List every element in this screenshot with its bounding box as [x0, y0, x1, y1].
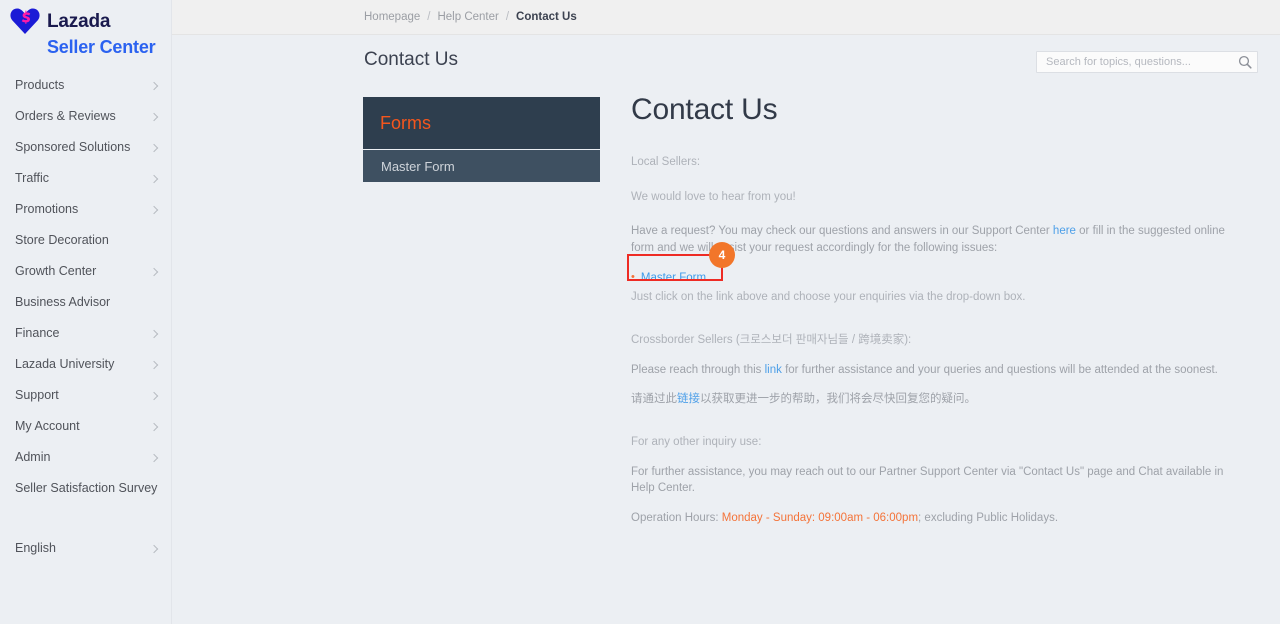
sidebar-item-label: Seller Satisfaction Survey	[15, 481, 158, 496]
sidebar-item-label: Orders & Reviews	[15, 109, 116, 124]
breadcrumb-item-help-center[interactable]: Help Center	[437, 11, 498, 23]
crossborder-cn-suffix: 以获取更进一步的帮助，我们将会尽快回复您的疑问。	[700, 393, 976, 406]
operation-hours-suffix: ; excluding Public Holidays.	[918, 512, 1059, 525]
chevron-right-icon	[151, 361, 159, 369]
sidebar-item-label: Support	[15, 388, 59, 403]
search-box[interactable]	[1036, 51, 1258, 73]
sidebar-item-label: Products	[15, 78, 65, 93]
sidebar-item-seller-satisfaction-survey[interactable]: Seller Satisfaction Survey	[0, 473, 172, 504]
sidebar-item-label: My Account	[15, 419, 80, 434]
forms-panel-item-master-form[interactable]: Master Form	[363, 150, 600, 182]
chevron-right-icon	[151, 175, 159, 183]
brand-logo[interactable]: Lazada Seller Center	[10, 8, 170, 58]
sidebar-item-products[interactable]: Products	[0, 70, 172, 101]
chevron-right-icon	[151, 82, 159, 90]
sidebar-item-label: English	[15, 541, 56, 556]
sidebar-item-label: Promotions	[15, 202, 79, 217]
search-input[interactable]	[1044, 52, 1229, 72]
chevron-right-icon	[151, 330, 159, 338]
sidebar-item-finance[interactable]: Finance	[0, 318, 172, 349]
search-icon[interactable]	[1238, 55, 1252, 69]
crossborder-cn-prefix: 请通过此	[631, 393, 677, 406]
top-bar	[172, 0, 1280, 35]
forms-panel-item-label: Master Form	[381, 158, 455, 174]
sidebar-item-promotions[interactable]: Promotions	[0, 194, 172, 225]
sidebar-item-label: Store Decoration	[15, 233, 109, 248]
sidebar-item-admin[interactable]: Admin	[0, 442, 172, 473]
chevron-right-icon	[151, 113, 159, 121]
operation-hours-value: Monday - Sunday: 09:00am - 06:00pm	[721, 512, 919, 525]
breadcrumb: Homepage / Help Center / Contact Us	[364, 11, 577, 23]
operation-hours-paragraph: Operation Hours: Monday - Sunday: 09:00a…	[631, 510, 1246, 527]
crossborder-link[interactable]: link	[765, 364, 782, 376]
sidebar-item-label: Sponsored Solutions	[15, 140, 131, 155]
brand-subtitle: Seller Center	[47, 37, 156, 57]
sidebar-item-language[interactable]: English	[0, 533, 172, 564]
chevron-right-icon	[151, 423, 159, 431]
forms-panel-heading: Forms	[380, 113, 431, 133]
sidebar-item-lazada-university[interactable]: Lazada University	[0, 349, 172, 380]
breadcrumb-item-contact-us: Contact Us	[516, 11, 577, 23]
other-inquiry-label: For any other inquiry use:	[631, 436, 762, 449]
left-sidebar: Lazada Seller Center Products Orders & Re…	[0, 0, 172, 624]
sidebar-item-business-advisor[interactable]: Business Advisor	[0, 287, 172, 318]
breadcrumb-item-homepage[interactable]: Homepage	[364, 11, 420, 23]
operation-hours-label: Operation Hours:	[631, 512, 722, 525]
brand-row: Lazada	[10, 8, 170, 34]
sidebar-item-support[interactable]: Support	[0, 380, 172, 411]
forms-panel: Forms Master Form	[363, 97, 600, 182]
sidebar-item-label: Admin	[15, 450, 51, 465]
crossborder-en-paragraph: Please reach through this link for furth…	[631, 362, 1246, 379]
chevron-right-icon	[151, 144, 159, 152]
bullet-dot-icon: •	[631, 270, 635, 283]
sidebar-item-sponsored-solutions[interactable]: Sponsored Solutions	[0, 132, 172, 163]
master-form-bullet: • Master Form	[631, 270, 1246, 287]
article: Contact Us Local Sellers: We would love …	[631, 92, 1246, 527]
crossborder-en-suffix: for further assistance and your queries …	[781, 363, 1218, 376]
page-title: Contact Us	[364, 49, 458, 70]
sidebar-nav: Products Orders & Reviews Sponsored Soluti…	[0, 70, 172, 564]
app-root: Lazada Seller Center Products Orders & Re…	[0, 0, 1280, 624]
crossborder-en-prefix: Please reach through this	[631, 363, 765, 376]
sidebar-item-label: Growth Center	[15, 264, 97, 279]
further-assistance-paragraph: For further assistance, you may reach ou…	[631, 465, 1224, 495]
sidebar-item-store-decoration[interactable]: Store Decoration	[0, 225, 172, 256]
lazada-heart-logo-icon	[10, 7, 40, 35]
sidebar-item-label: Business Advisor	[15, 295, 111, 310]
article-title: Contact Us	[631, 93, 778, 126]
bullet-note: Just click on the link above and choose …	[631, 291, 1026, 304]
master-form-link[interactable]: Master Form	[641, 270, 706, 287]
chevron-right-icon	[151, 268, 159, 276]
breadcrumb-separator: /	[505, 11, 510, 23]
chevron-right-icon	[151, 392, 159, 400]
intro-text: We would love to hear from you!	[631, 190, 796, 203]
crossborder-cn-paragraph: 请通过此链接以获取更进一步的帮助，我们将会尽快回复您的疑问。	[631, 391, 1246, 408]
sidebar-item-label: Traffic	[15, 171, 50, 186]
chevron-right-icon	[151, 545, 159, 553]
crossborder-cn-link[interactable]: 链接	[677, 393, 700, 405]
local-sellers-label: Local Sellers:	[631, 156, 701, 168]
annotation-step-badge: 4	[709, 242, 735, 268]
chevron-right-icon	[151, 454, 159, 462]
breadcrumb-separator: /	[427, 11, 431, 23]
sidebar-item-growth-center[interactable]: Growth Center	[0, 256, 172, 287]
chevron-right-icon	[151, 206, 159, 214]
forms-panel-header: Forms	[363, 97, 600, 149]
sidebar-item-my-account[interactable]: My Account	[0, 411, 172, 442]
sidebar-item-label: Finance	[15, 326, 60, 341]
sidebar-item-traffic[interactable]: Traffic	[0, 163, 172, 194]
sidebar-item-label: Lazada University	[15, 357, 115, 372]
support-center-here-link[interactable]: here	[1053, 225, 1076, 237]
crossborder-sellers-label: Crossborder Sellers (크로스보더 판매자님들 / 跨境卖家)…	[631, 334, 912, 347]
brand-name: Lazada	[47, 10, 111, 32]
request-prefix: Have a request? You may check our questi…	[631, 225, 1053, 238]
sidebar-item-orders-reviews[interactable]: Orders & Reviews	[0, 101, 172, 132]
